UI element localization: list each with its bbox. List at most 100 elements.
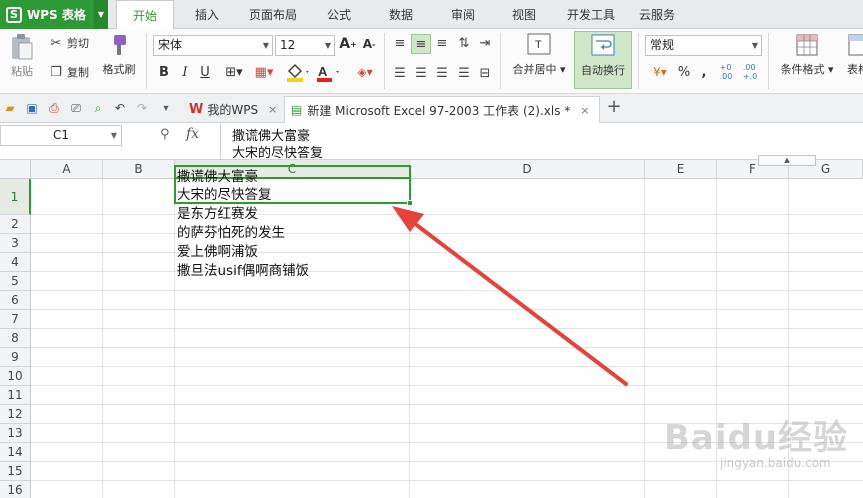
fx-icon[interactable]: fx [186,126,199,142]
gridline [174,179,175,498]
format-painter-button[interactable]: 格式刷 [100,33,138,77]
zoom-icon[interactable]: ⚲ [160,127,170,142]
number-format-select[interactable]: 常规 ▼ [645,35,762,56]
tab-insert[interactable]: 插入 [186,0,228,29]
new-tab-button[interactable]: + [606,96,622,117]
print-icon[interactable]: ⎚ [68,100,84,116]
row-header-3[interactable]: 3 [0,234,31,253]
wrap-text-button[interactable]: 自动换行 [574,31,632,89]
distribute-button[interactable]: ⊟ [476,65,494,81]
save-icon[interactable]: ▣ [24,100,40,116]
tab-developer[interactable]: 开发工具 [562,0,620,29]
app-dropdown-icon[interactable]: ▼ [94,0,108,29]
row-header-4[interactable]: 4 [0,253,31,272]
row-header-13[interactable]: 13 [0,424,31,443]
tab-review[interactable]: 审阅 [442,0,484,29]
export-pdf-icon[interactable]: ⎙ [46,100,62,116]
conditional-format-button[interactable]: 条件格式 ▾ [774,33,840,77]
fill-pattern-button[interactable]: ▦▾ [250,65,278,80]
tab-document[interactable]: ▤ 新建 Microsoft Excel 97-2003 工作表 (2).xls… [284,96,600,123]
redo-icon[interactable]: ↷ [134,100,150,116]
name-box[interactable]: C1 ▼ [0,125,122,146]
wrap-text-icon [591,34,615,56]
distribute-icon: ⊟ [479,65,491,81]
align-left-button[interactable]: ☰ [391,65,409,81]
row-header-2[interactable]: 2 [0,215,31,234]
font-size-select[interactable]: 12 ▼ [275,35,335,56]
tab-home[interactable]: 开始 [116,0,174,30]
cell-c5[interactable]: 撒旦法usif偶啊商铺饭 [177,263,309,280]
clear-format-button[interactable]: ◈▾ [351,65,379,79]
close-icon[interactable]: × [580,104,589,117]
tab-my-wps[interactable]: W 我的WPS × [183,96,283,123]
tab-view[interactable]: 视图 [503,0,545,29]
row-header-10[interactable]: 10 [0,367,31,386]
cell-c4[interactable]: 爱上佛啊浦饭 [177,244,258,261]
gridline [644,179,645,498]
row-header-5[interactable]: 5 [0,272,31,291]
app-name: WPS 表格 [27,8,86,22]
tab-formulas[interactable]: 公式 [318,0,360,29]
open-folder-icon[interactable]: ▰ [2,100,18,116]
italic-button[interactable]: I [177,65,193,80]
copy-button[interactable]: ❐ 复制 [48,64,89,80]
row-header-15[interactable]: 15 [0,462,31,481]
decrease-decimal-button[interactable]: .00 +.0 [740,63,760,81]
font-color-button[interactable]: A [314,63,342,83]
increase-font-icon[interactable]: A + [339,36,357,52]
undo-icon[interactable]: ↶ [112,100,128,116]
row-header-12[interactable]: 12 [0,405,31,424]
column-header-a[interactable]: A [31,160,103,179]
formula-bar-splitter-icon[interactable]: ▲ [758,155,816,166]
close-icon[interactable]: × [268,103,277,116]
column-header-b[interactable]: B [103,160,175,179]
select-all-corner[interactable] [0,160,31,179]
align-right-button[interactable]: ☰ [433,65,451,81]
row-header-7[interactable]: 7 [0,310,31,329]
row-header-14[interactable]: 14 [0,443,31,462]
row-header-16[interactable]: 16 [0,481,31,498]
underline-button[interactable]: U [197,65,213,80]
row-header-1[interactable]: 1 [0,179,31,215]
cell-c3[interactable]: 的萨芬怕死的发生 [177,225,285,242]
tab-cloud[interactable]: 云服务 [632,0,682,29]
row-header-9[interactable]: 9 [0,348,31,367]
indent-button[interactable]: ⇥ [476,35,494,51]
formula-input[interactable]: 撒谎佛大富豪 大宋的尽快答复 [220,123,863,161]
merge-center-button[interactable]: T 合并居中 ▾ [506,33,572,77]
cell-c2[interactable]: 是东方红赛发 [177,206,258,223]
font-name-select[interactable]: 宋体 ▼ [153,35,273,56]
number-format-value: 常规 [650,38,675,52]
customize-toolbar-icon[interactable]: ▾ [158,100,174,116]
tab-data[interactable]: 数据 [380,0,422,29]
bold-button[interactable]: B [156,65,172,80]
print-preview-icon[interactable]: ⌕ [90,100,106,116]
borders-button[interactable]: ⊞▾ [221,65,247,80]
column-header-e[interactable]: E [645,160,717,179]
column-header-d[interactable]: D [410,160,645,179]
decrease-font-icon[interactable]: A- [360,37,378,51]
fill-color-button[interactable] [284,63,312,83]
table-style-button[interactable]: 表格 [843,33,863,77]
align-bottom-button[interactable]: ≡ [433,35,451,51]
align-top-button[interactable]: ≡ [391,35,409,51]
align-top-icon: ≡ [394,35,406,51]
orientation-button[interactable]: ⇅ [455,35,473,51]
app-menu-button[interactable]: S WPS 表格 ▼ [0,0,108,29]
align-middle-button[interactable]: ≡ [411,34,431,54]
align-center-button[interactable]: ☰ [412,65,430,81]
table-style-icon [848,34,863,56]
increase-decimal-button[interactable]: +0.00 [716,63,736,81]
justify-button[interactable]: ☰ [455,65,473,81]
tab-page-layout[interactable]: 页面布局 [244,0,302,29]
currency-button[interactable]: ¥▾ [647,65,673,79]
row-header-11[interactable]: 11 [0,386,31,405]
cut-button[interactable]: ✂ 剪切 [48,35,89,51]
comma-button[interactable]: , [696,65,712,80]
row-header-8[interactable]: 8 [0,329,31,348]
align-bottom-icon: ≡ [436,35,448,51]
row-header-6[interactable]: 6 [0,291,31,310]
percent-button[interactable]: % [676,65,692,80]
paste-button[interactable]: 粘贴 [4,33,40,79]
wps-w-icon: W [189,102,204,117]
